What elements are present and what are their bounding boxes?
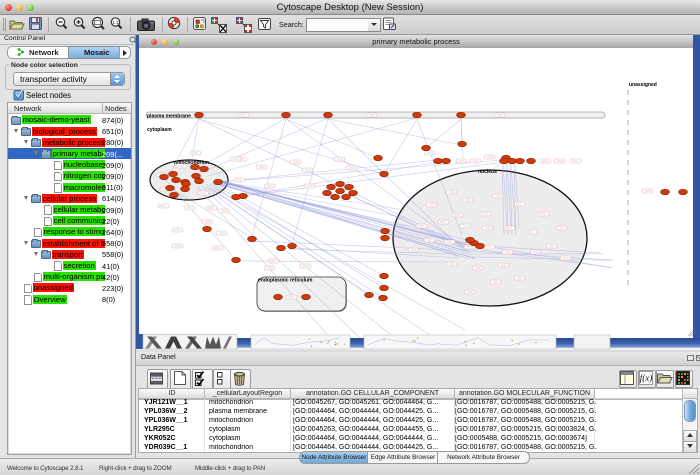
svg-text:nucleus: nucleus: [478, 169, 497, 175]
svg-text:plasma membrane: plasma membrane: [147, 114, 191, 120]
svg-text:endoplasmic reticulum: endoplasmic reticulum: [258, 278, 313, 284]
svg-text:cytoplasm: cytoplasm: [147, 127, 172, 133]
svg-text:unassigned: unassigned: [629, 82, 657, 88]
svg-text:1:1: 1:1: [112, 20, 119, 25]
svg-text:f(x): f(x): [640, 373, 653, 383]
